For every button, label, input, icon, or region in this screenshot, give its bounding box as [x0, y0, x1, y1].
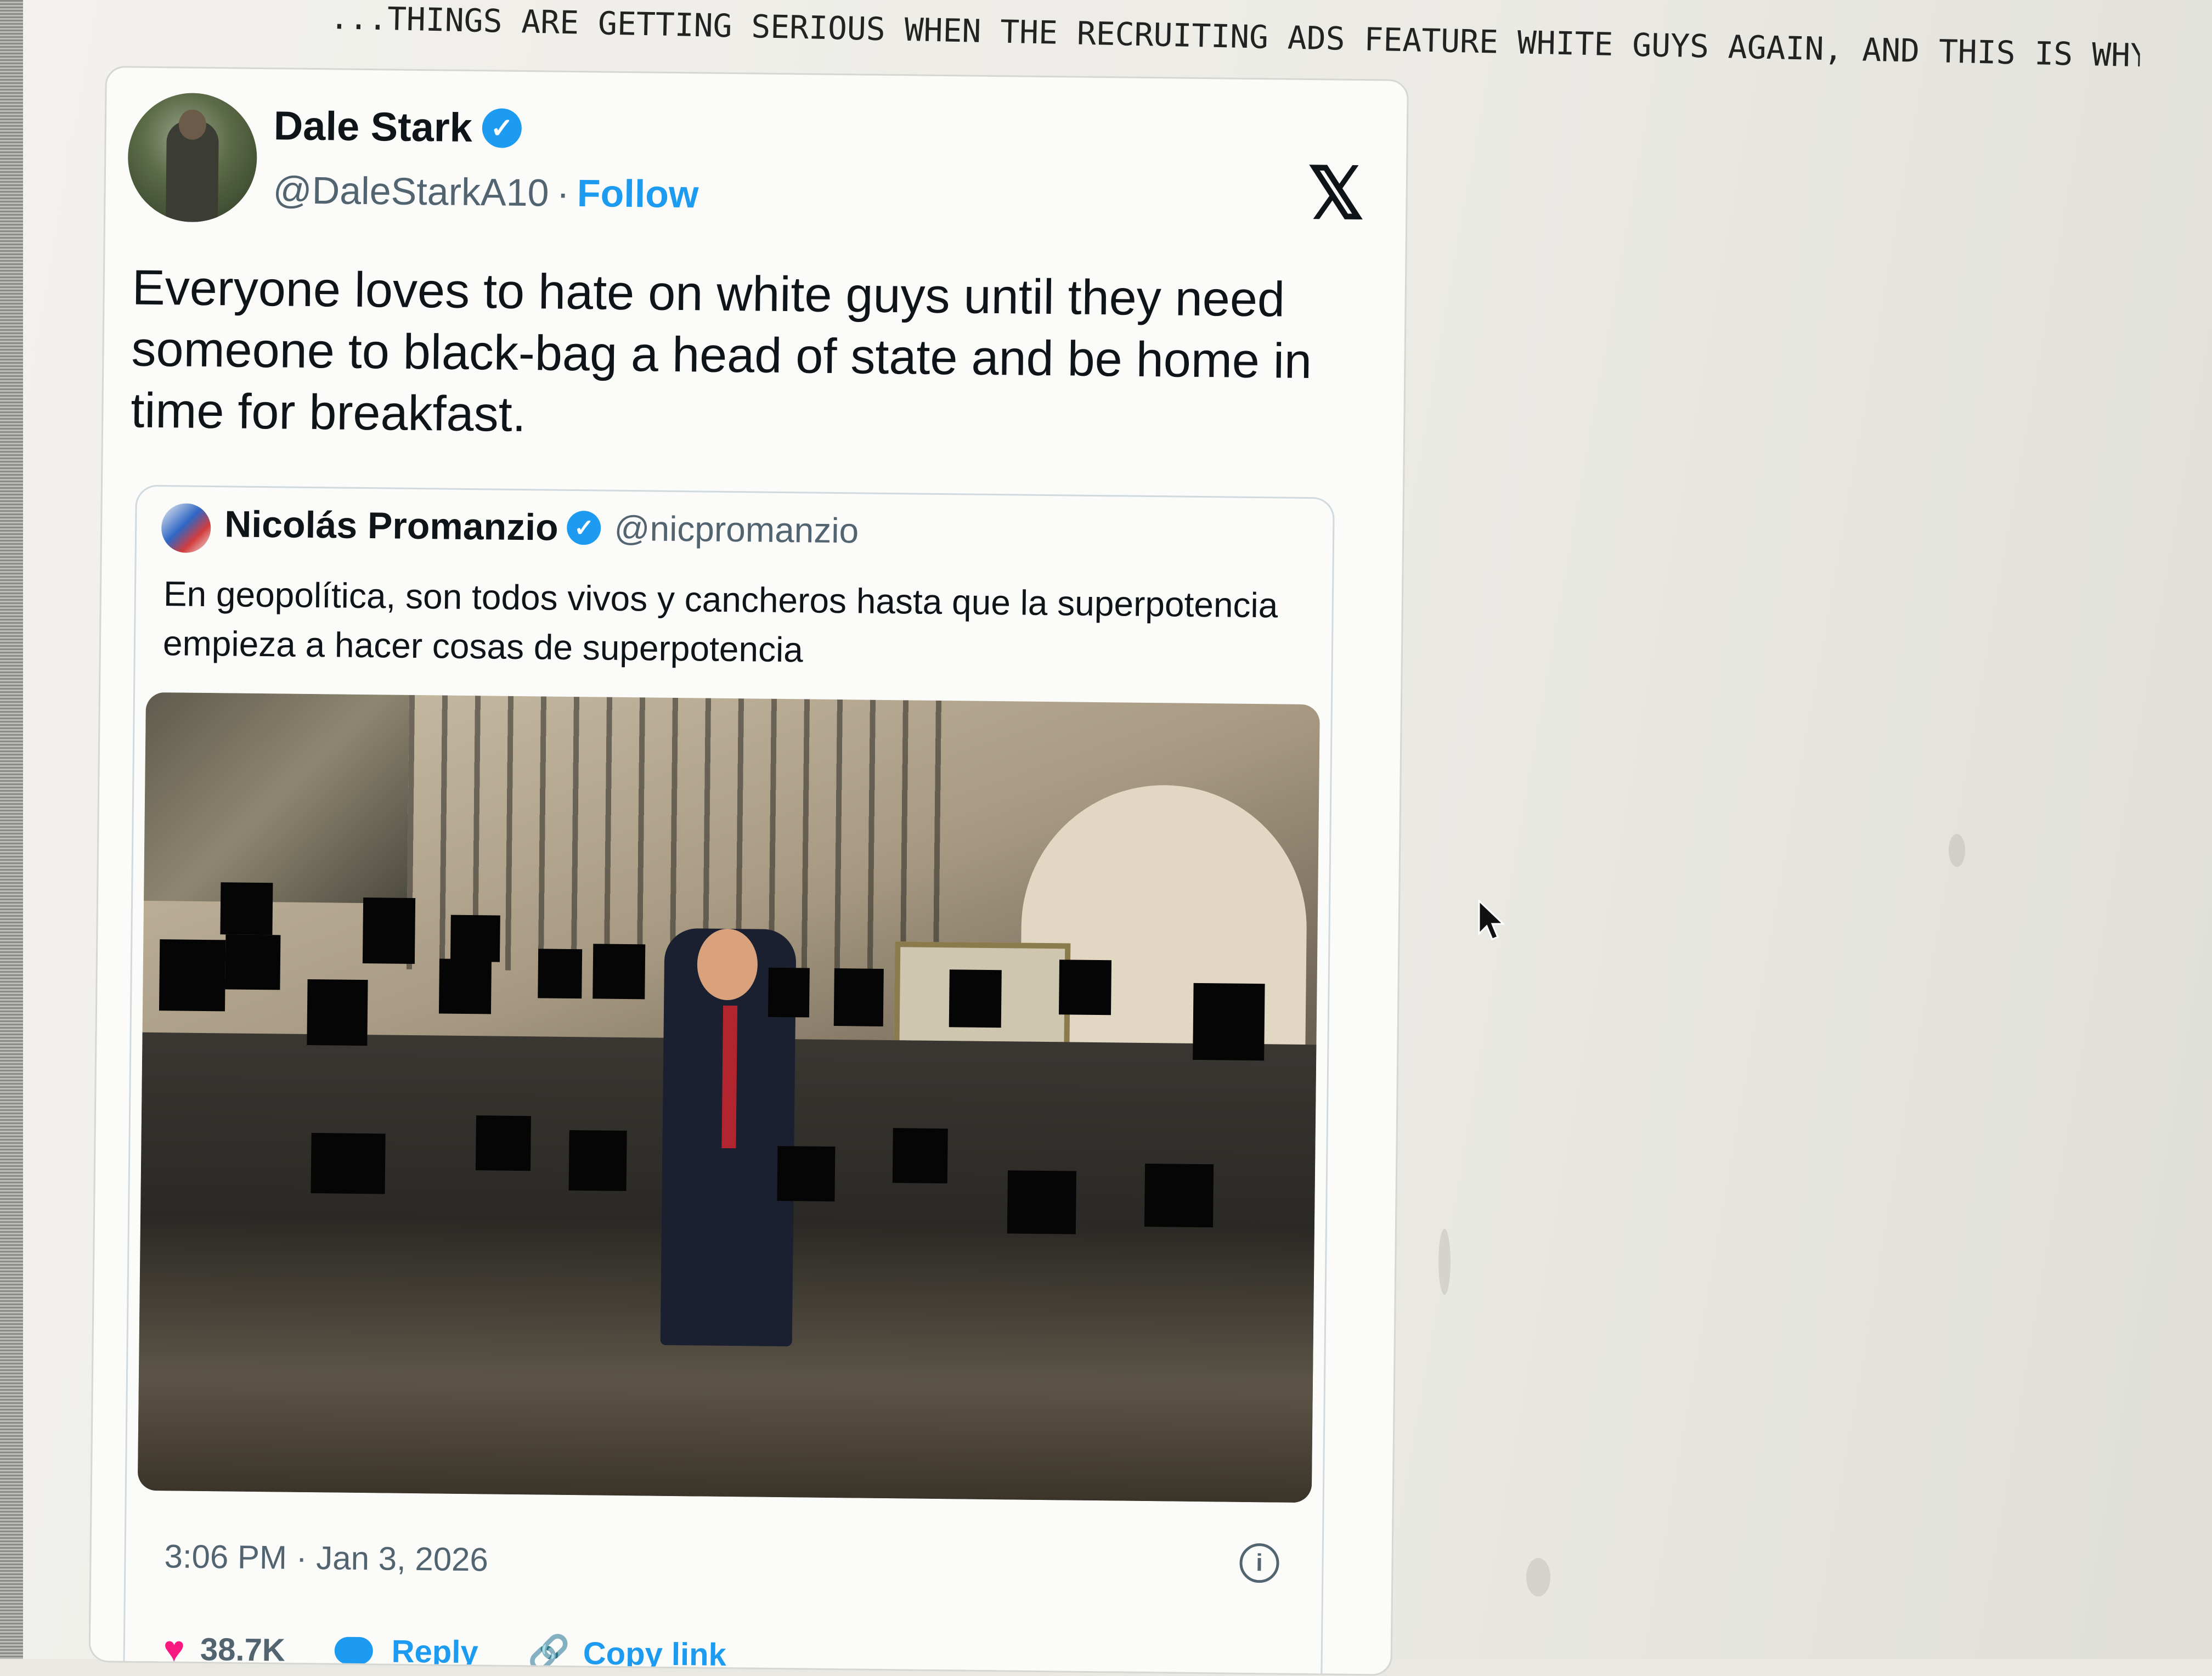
heart-icon: ♥ [163, 1628, 185, 1669]
censor-box [450, 915, 500, 962]
screen: ...THINGS ARE GETTING SERIOUS WHEN THE R… [23, 0, 2212, 1676]
copy-link-label: Copy link [583, 1635, 727, 1673]
photo-tapestry [144, 692, 410, 904]
censor-box [225, 934, 281, 990]
like-button[interactable]: ♥ 38.7K [163, 1628, 285, 1671]
author-handle[interactable]: @DaleStarkA10 [273, 168, 549, 215]
quoted-name-row: Nicolás Promanzio ✓ @nicpromanzio [224, 503, 859, 552]
quoted-avatar[interactable] [161, 503, 211, 554]
copy-link-button[interactable]: 🔗 Copy link [527, 1633, 726, 1675]
reply-button[interactable]: Reply [334, 1632, 478, 1671]
link-icon: 🔗 [527, 1633, 571, 1672]
censor-box [220, 882, 273, 935]
photo-red-tie [721, 1005, 738, 1149]
censor-box [1144, 1163, 1214, 1228]
tweet-embed-card[interactable]: Dale Stark ✓ @DaleStarkA10 · Follow 𝕏 Ev… [88, 66, 1409, 1676]
censor-box [362, 898, 416, 964]
quoted-handle[interactable]: @nicpromanzio [614, 508, 859, 551]
censor-box [307, 979, 368, 1046]
quoted-display-name[interactable]: Nicolás Promanzio [224, 503, 558, 549]
screen-smudge [1526, 1558, 1550, 1596]
mouse-cursor-icon [1478, 900, 1505, 940]
censor-box [538, 949, 583, 999]
tweet-text: Everyone loves to hate on white guys unt… [130, 260, 1312, 443]
like-count: 38.7K [200, 1631, 286, 1668]
censor-box [1058, 960, 1112, 1015]
censor-box [1193, 983, 1265, 1061]
censor-box [892, 1128, 948, 1184]
censor-box [475, 1115, 531, 1171]
censor-box [311, 1133, 386, 1194]
verified-badge-icon: ✓ [482, 108, 522, 148]
info-icon[interactable]: i [1239, 1543, 1279, 1583]
avatar[interactable] [127, 92, 258, 223]
reply-label: Reply [391, 1633, 479, 1670]
censor-box [949, 969, 1002, 1028]
censor-box [833, 968, 884, 1026]
censor-box [568, 1130, 627, 1192]
monitor-bezel [0, 0, 23, 1659]
tweet-actions: ♥ 38.7K Reply 🔗 Copy link [163, 1628, 776, 1675]
screen-smudge [1949, 834, 1965, 867]
author-name-row: Dale Stark ✓ [273, 102, 522, 151]
quoted-tweet-text: En geopolítica, son todos vivos y canche… [162, 574, 1278, 670]
quoted-tweet[interactable]: Nicolás Promanzio ✓ @nicpromanzio En geo… [122, 484, 1335, 1676]
tweet-timestamp[interactable]: 3:06 PM · Jan 3, 2026 [164, 1537, 488, 1578]
handle-separator: · [556, 171, 570, 215]
screen-smudge [1438, 1229, 1451, 1295]
verified-badge-icon: ✓ [567, 510, 601, 545]
author-display-name[interactable]: Dale Stark [273, 102, 472, 151]
censor-box [159, 939, 226, 1012]
reply-icon [334, 1637, 374, 1665]
censor-box [1007, 1170, 1077, 1234]
censor-box [592, 944, 646, 1000]
follow-button[interactable]: Follow [577, 171, 698, 216]
censor-box [768, 967, 810, 1018]
censor-box [438, 958, 492, 1014]
censor-box [777, 1145, 836, 1202]
x-logo-icon[interactable]: 𝕏 [1307, 151, 1365, 235]
tweet-photo[interactable] [137, 692, 1320, 1503]
author-handle-row: @DaleStarkA10 · Follow [273, 168, 699, 216]
